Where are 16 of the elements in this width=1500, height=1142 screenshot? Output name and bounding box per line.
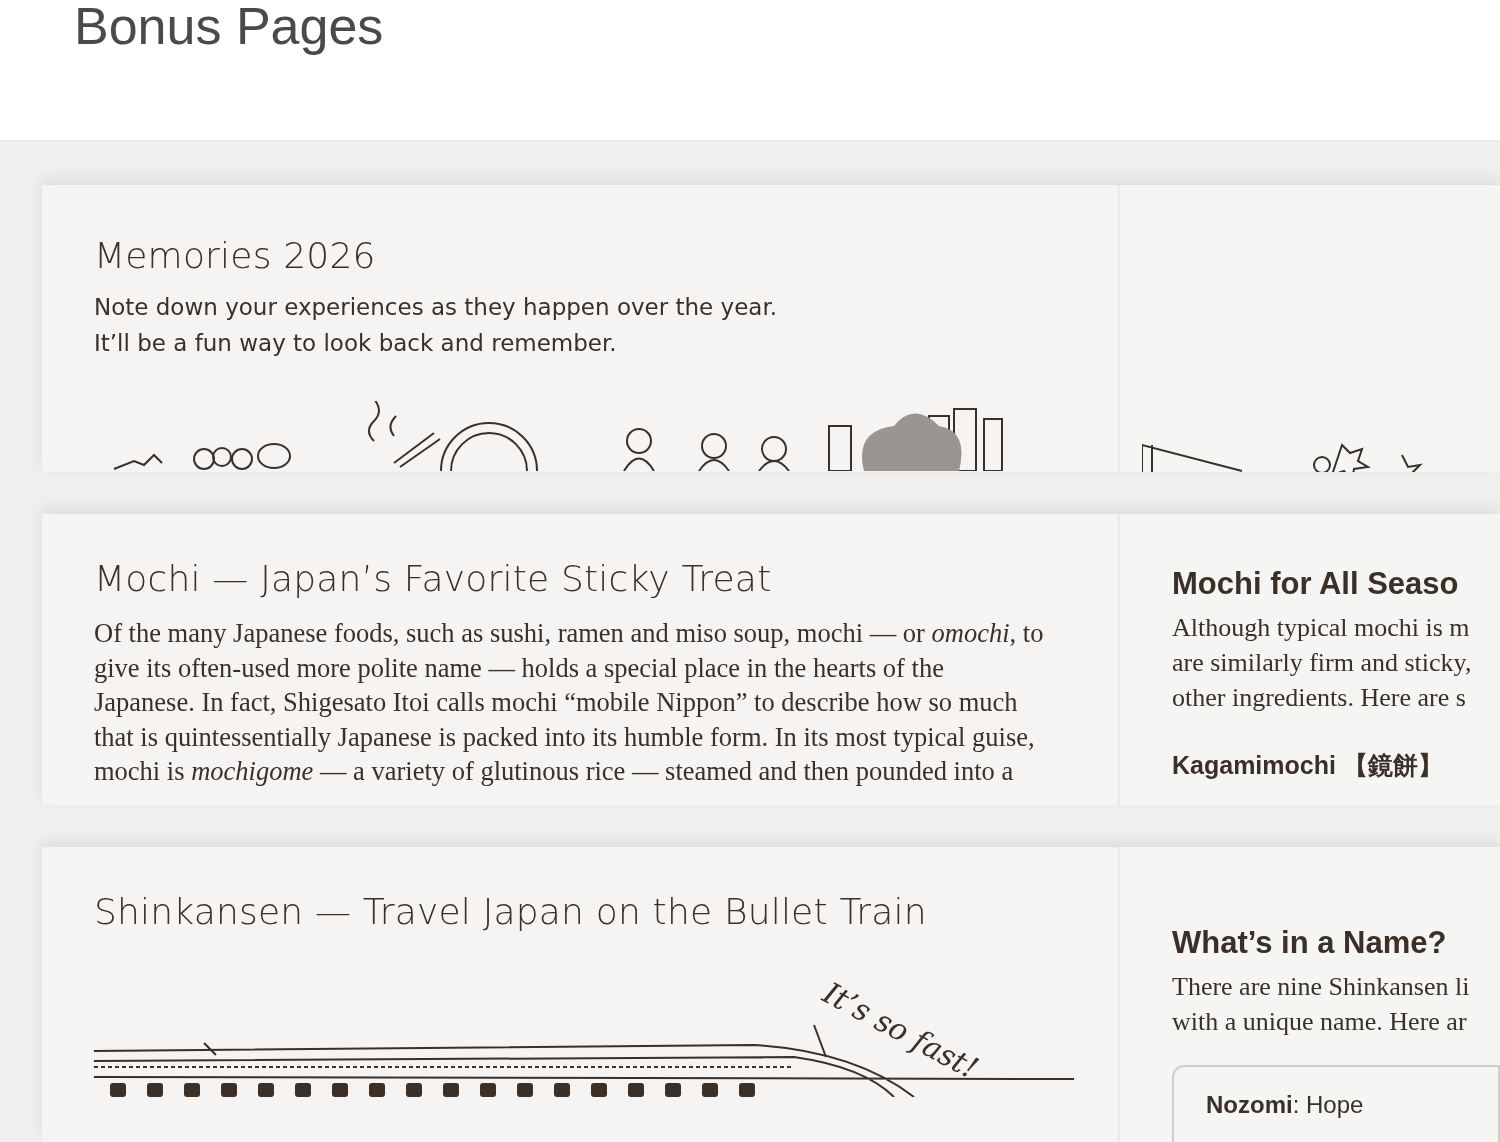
name-meaning-box: Nozomi: Hope — [1172, 1065, 1500, 1142]
article-paragraph: Of the many Japanese foods, such as sushi, ramen and miso soup, mochi — or omochi, to give its often-used more polite name — holds a special place in the hearts of the Japanese. In fact, Shigesato Itoi calls mochi “mobile Nippon” to describe how so much that is quintessentially Japanese is packed into its humble form. In its most typical guise, mochi is mochigome — a variety of glutinous rice — steamed and then pounded into a — [94, 617, 1044, 788]
body-text: are similarly firm and sticky, — [1172, 647, 1472, 679]
body-text: Although typical mochi is m — [1172, 612, 1471, 644]
subsection-heading: Kagamimochi 【鏡餅】 — [1172, 750, 1443, 781]
intro-text: Note down your experiences as they happen over the year. — [94, 293, 778, 322]
body-text: with a unique name. Here ar — [1172, 1006, 1468, 1038]
section-heading: Mochi for All Seaso — [1172, 565, 1459, 603]
page-heading: Memories 2026 — [94, 234, 376, 278]
section-heading: What’s in a Name? — [1172, 924, 1447, 962]
body-text: There are nine Shinkansen li — [1172, 971, 1470, 1003]
intro-text: It’ll be a fun way to look back and remember. — [94, 329, 618, 358]
handwritten-caption: It’s so fast! — [817, 975, 984, 1086]
page-heading: Mochi — Japan’s Favorite Sticky Treat — [94, 557, 772, 601]
page-heading: Shinkansen — Travel Japan on the Bullet Train — [94, 890, 927, 934]
body-text: other ingredients. Here are s — [1172, 682, 1467, 714]
